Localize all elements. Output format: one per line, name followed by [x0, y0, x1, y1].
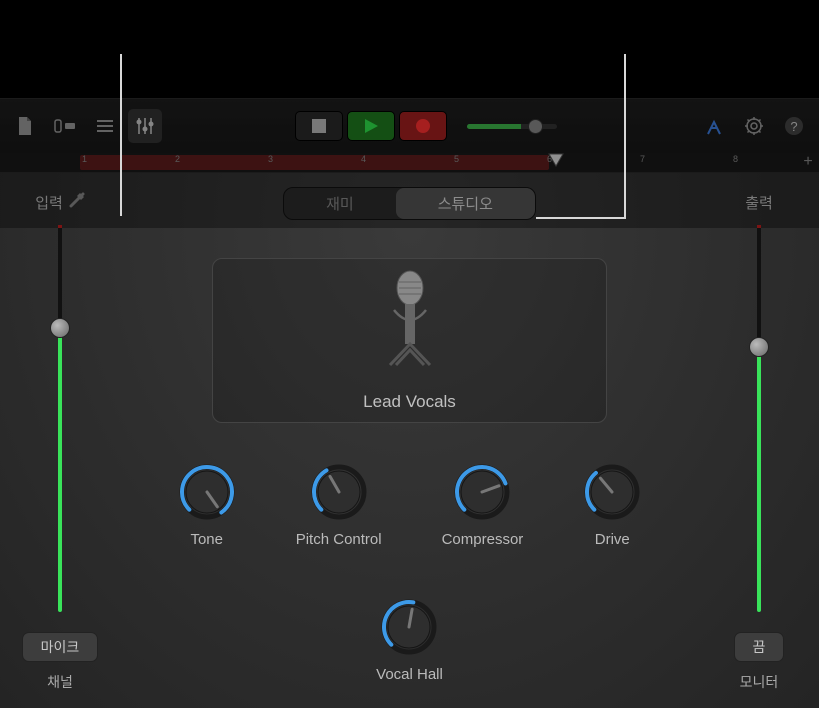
input-channel-button[interactable]: 마이크	[22, 632, 99, 662]
output-sublabel: 모니터	[740, 672, 779, 692]
ruler-tick: 1	[82, 154, 87, 164]
input-options-icon[interactable]	[69, 192, 85, 212]
master-volume-slider[interactable]	[467, 124, 557, 129]
microphone-icon	[380, 270, 440, 380]
knob-dial[interactable]	[583, 463, 641, 521]
mixer-icon[interactable]	[128, 109, 162, 143]
document-icon[interactable]	[8, 109, 42, 143]
knob-label: Compressor	[442, 531, 524, 548]
knob-pitch-control: Pitch Control	[296, 463, 382, 548]
knob-dial[interactable]	[453, 463, 511, 521]
timeline-ruler[interactable]: 1 2 3 4 5 6 7 8 +	[0, 153, 819, 173]
tuning-fork-icon[interactable]	[697, 109, 731, 143]
stop-button[interactable]	[295, 111, 343, 141]
knob-label: Drive	[595, 531, 630, 548]
tab-fun[interactable]: 재미	[284, 188, 396, 219]
ruler-tick: 4	[361, 154, 366, 164]
knob-compressor: Compressor	[442, 463, 524, 548]
track-view-icon[interactable]	[48, 109, 82, 143]
knob-label: Tone	[190, 531, 223, 548]
monitor-button[interactable]: 끔	[734, 632, 785, 662]
output-label: 출력	[745, 192, 773, 213]
knob-dial[interactable]	[310, 463, 368, 521]
input-label: 입력	[35, 192, 63, 213]
output-fader[interactable]	[757, 225, 761, 612]
ruler-tick: 7	[640, 154, 645, 164]
svg-text:?: ?	[790, 119, 797, 134]
audio-recorder-view: 입력 마이크 채널 출력 끔 모니터 재미 스튜디오	[0, 173, 819, 708]
list-icon[interactable]	[88, 109, 122, 143]
playhead[interactable]	[548, 153, 564, 169]
input-fader[interactable]	[58, 225, 62, 612]
knob-drive: Drive	[583, 463, 641, 548]
record-button[interactable]	[399, 111, 447, 141]
cycle-region[interactable]	[80, 155, 549, 170]
toolbar: ?	[0, 98, 819, 153]
help-icon[interactable]: ?	[777, 109, 811, 143]
mode-segmented-control: 재미 스튜디오	[283, 187, 536, 220]
tab-studio[interactable]: 스튜디오	[396, 188, 535, 219]
transport-controls	[293, 111, 449, 141]
preset-name: Lead Vocals	[363, 392, 456, 412]
knob-label: Pitch Control	[296, 531, 382, 548]
play-button[interactable]	[347, 111, 395, 141]
settings-icon[interactable]	[737, 109, 771, 143]
knob-tone: Tone	[178, 463, 236, 548]
input-sublabel: 채널	[47, 672, 73, 692]
ruler-tick: 3	[268, 154, 273, 164]
ruler-tick: 2	[175, 154, 180, 164]
knob-dial[interactable]	[380, 598, 438, 656]
add-track-button[interactable]: +	[799, 153, 817, 171]
knob-label: Vocal Hall	[376, 666, 443, 683]
knob-vocal-hall: Vocal Hall	[376, 598, 443, 683]
ruler-tick: 8	[733, 154, 738, 164]
ruler-tick: 5	[454, 154, 459, 164]
preset-selector[interactable]: Lead Vocals	[212, 258, 607, 423]
knob-dial[interactable]	[178, 463, 236, 521]
